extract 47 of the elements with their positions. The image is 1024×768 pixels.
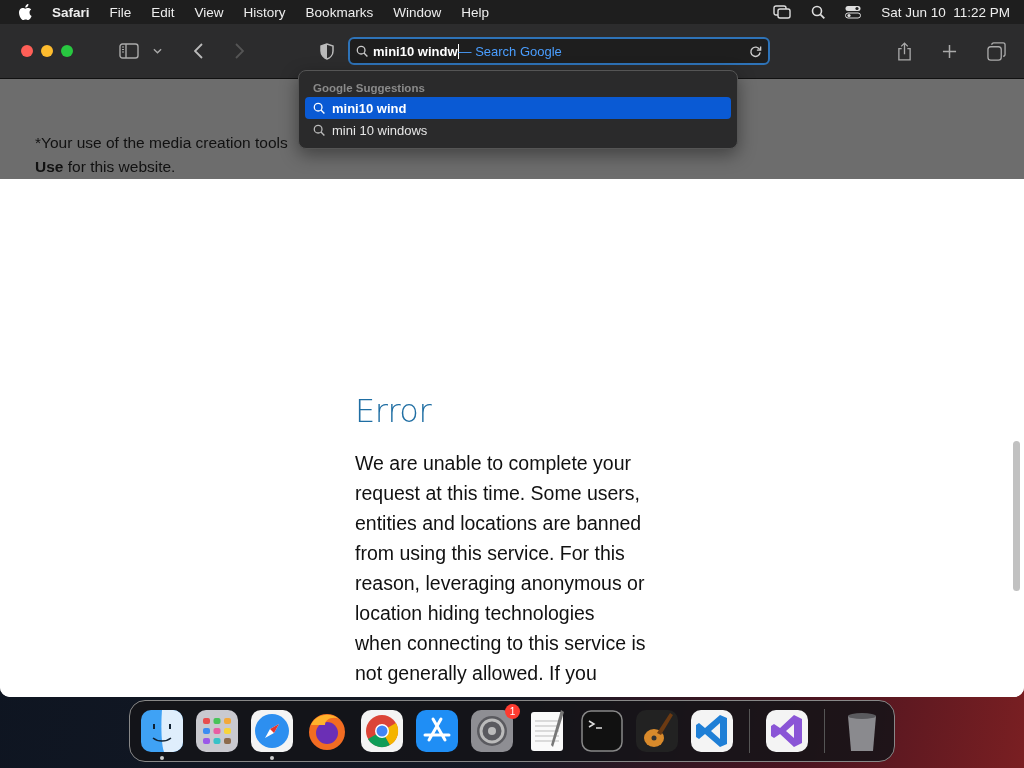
back-icon[interactable] [194,43,203,59]
shield-icon[interactable] [320,42,334,60]
suggestion-item[interactable]: mini10 wind [305,97,731,119]
reload-icon[interactable] [749,44,762,58]
menu-item[interactable]: History [243,4,286,20]
app-icon[interactable] [138,707,186,755]
search-completion: — Search Google [458,43,562,59]
menu-item[interactable]: Bookmarks [305,4,374,20]
search-icon[interactable] [811,5,826,19]
app-icon[interactable] [633,707,681,755]
suggestions-heading: Google Suggestions [312,81,426,96]
share-icon[interactable] [897,41,912,61]
search-icon [356,45,368,57]
error-heading: Error [355,392,433,430]
app-icon[interactable] [688,707,736,755]
close-button[interactable] [21,45,33,57]
scrollbar-thumb[interactable] [1013,441,1020,591]
app-icon[interactable] [358,707,406,755]
search-icon [313,124,325,136]
menu-bar-clock[interactable]: Sat Jun 10 11:22 PM [881,4,1010,20]
search-icon [313,102,325,114]
menu-item[interactable]: Edit [151,4,175,20]
sidebar-icon[interactable] [119,43,139,59]
app-icon[interactable] [248,707,296,755]
zoom-button[interactable] [61,45,73,57]
terms-notice: *Your use of the media creation tools Use for this website. [35,133,289,177]
menu-item[interactable]: File [109,4,132,20]
tabs-overview-icon[interactable] [987,41,1006,61]
apple-logo-icon[interactable] [18,4,32,20]
address-field[interactable]: mini10 windw— Search Google [348,37,770,65]
menu-item[interactable]: View [194,4,224,20]
typed-text: mini10 windw [373,43,458,59]
chevron-down-icon[interactable] [153,48,162,54]
menu-item[interactable]: Help [461,4,489,20]
app-icon[interactable] [763,707,811,755]
screen-mirroring-icon[interactable] [773,5,792,19]
app-icon[interactable] [193,707,241,755]
app-menu[interactable]: Safari [52,4,90,20]
control-center-icon[interactable] [845,5,862,19]
error-message: We are unable to complete your request at this time. Some users, entities and locations are banned from using this service. For this reason, leveraging anonymous or location hiding technologies when connecting to this service is not generally allowed. If you [355,451,646,686]
app-icon[interactable] [413,707,461,755]
app-icon[interactable] [468,707,516,755]
plus-icon[interactable] [942,43,957,59]
menu-item[interactable]: Window [393,4,442,20]
suggestion-item[interactable]: mini 10 windows [305,119,731,141]
notification-badge: 1 [505,704,520,719]
minimize-button[interactable] [41,45,53,57]
